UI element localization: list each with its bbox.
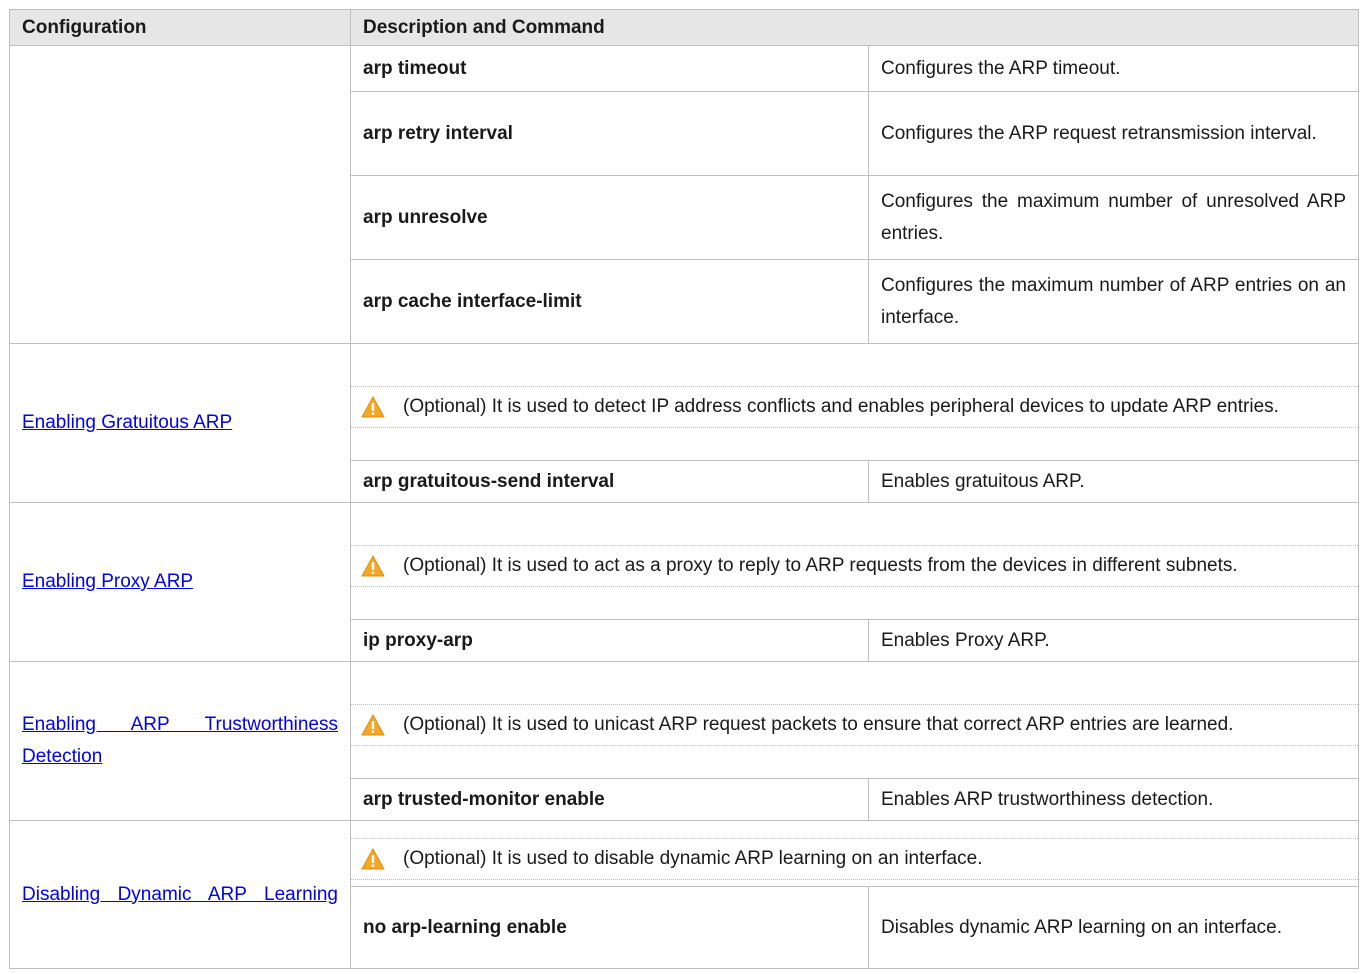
- warning-icon: [361, 709, 403, 741]
- configuration-cell: Enabling ARP Trustworthiness Detection: [9, 661, 351, 821]
- note: (Optional) It is used to disable dynamic…: [351, 837, 1358, 880]
- note-cell: (Optional) It is used to detect IP addre…: [350, 343, 1359, 461]
- description-cell: Enables ARP trustworthiness detection.: [868, 778, 1359, 821]
- note: (Optional) It is used to act as a proxy …: [351, 545, 1358, 587]
- note: (Optional) It is used to detect IP addre…: [351, 386, 1358, 428]
- command-cell: no arp-learning enable: [350, 886, 869, 969]
- command-cell: ip proxy-arp: [350, 619, 869, 662]
- header-configuration: Configuration: [9, 9, 351, 46]
- note-cell: (Optional) It is used to disable dynamic…: [350, 820, 1359, 887]
- header-row: Configuration Description and Command: [9, 9, 1359, 46]
- note-text: (Optional) It is used to disable dynamic…: [403, 847, 983, 869]
- configuration-table: Configuration Description and Command ar…: [9, 9, 1359, 969]
- description-cell: Configures the ARP request retransmissio…: [868, 91, 1359, 176]
- note-cell: (Optional) It is used to unicast ARP req…: [350, 661, 1359, 779]
- description-cell: Disables dynamic ARP learning on an inte…: [868, 886, 1359, 969]
- link-enabling-arp-trustworthiness-detection[interactable]: Enabling ARP Trustworthiness Detection: [22, 709, 338, 773]
- configuration-cell: Enabling Proxy ARP: [9, 502, 351, 662]
- warning-icon: [361, 843, 403, 875]
- description-cell: Configures the maximum number of unresol…: [868, 175, 1359, 260]
- command-cell: arp unresolve: [350, 175, 869, 260]
- warning-icon: [361, 391, 403, 423]
- description-cell: Configures the maximum number of ARP ent…: [868, 259, 1359, 344]
- link-disabling-dynamic-arp-learning[interactable]: Disabling Dynamic ARP Learning: [22, 879, 338, 911]
- command-cell: arp retry interval: [350, 91, 869, 176]
- section-note-row: Enabling Proxy ARP (Optional) It is used…: [9, 502, 1359, 662]
- command-cell: arp gratuitous-send interval: [350, 460, 869, 503]
- note: (Optional) It is used to unicast ARP req…: [351, 704, 1358, 746]
- command-cell: arp timeout: [350, 45, 869, 92]
- warning-icon: [361, 550, 403, 582]
- note-text: (Optional) It is used to detect IP addre…: [403, 396, 1279, 417]
- command-cell: arp cache interface-limit: [350, 259, 869, 344]
- configuration-cell-empty: [9, 45, 351, 344]
- section-note-row: Disabling Dynamic ARP Learning (Optional…: [9, 820, 1359, 969]
- note-text: (Optional) It is used to act as a proxy …: [403, 555, 1238, 576]
- section-note-row: Enabling ARP Trustworthiness Detection (…: [9, 661, 1359, 821]
- header-description-command: Description and Command: [350, 9, 1359, 46]
- command-cell: arp trusted-monitor enable: [350, 778, 869, 821]
- description-cell: Enables gratuitous ARP.: [868, 460, 1359, 503]
- table-row: arp timeout Configures the ARP timeout.: [9, 45, 1359, 344]
- description-cell: Configures the ARP timeout.: [868, 45, 1359, 92]
- link-enabling-proxy-arp[interactable]: Enabling Proxy ARP: [22, 571, 193, 592]
- section-note-row: Enabling Gratuitous ARP (Optional) It is…: [9, 343, 1359, 503]
- note-cell: (Optional) It is used to act as a proxy …: [350, 502, 1359, 620]
- configuration-cell: Enabling Gratuitous ARP: [9, 343, 351, 503]
- note-text: (Optional) It is used to unicast ARP req…: [403, 714, 1234, 735]
- description-cell: Enables Proxy ARP.: [868, 619, 1359, 662]
- link-enabling-gratuitous-arp[interactable]: Enabling Gratuitous ARP: [22, 412, 232, 433]
- configuration-cell: Disabling Dynamic ARP Learning: [9, 820, 351, 969]
